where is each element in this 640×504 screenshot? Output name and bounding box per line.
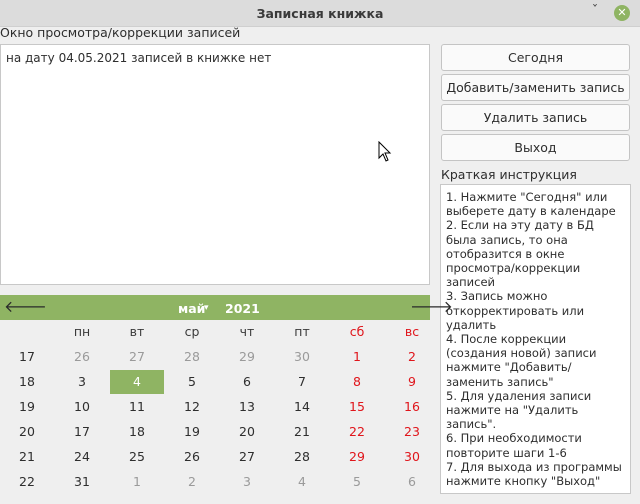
- day-cell[interactable]: 26: [55, 345, 109, 369]
- day-cell[interactable]: 23: [385, 420, 439, 444]
- view-label: Окно просмотра/коррекции записей: [0, 25, 241, 40]
- day-cell[interactable]: 25: [110, 445, 164, 469]
- calendar-header: 🡐 май ▾ 2021 🡒: [0, 295, 453, 320]
- day-cell[interactable]: 20: [220, 420, 274, 444]
- day-cell[interactable]: 29: [330, 445, 384, 469]
- day-cell[interactable]: 2: [165, 470, 219, 494]
- day-cell[interactable]: 28: [275, 445, 329, 469]
- instruction-line: 3. Запись можно откорректировать или уда…: [446, 289, 585, 332]
- instruction-line: 5. Для удаления записи нажмите на "Удали…: [446, 388, 592, 432]
- instruction-line: 6. При необходимости повторите шаги 1-6: [446, 431, 582, 460]
- weekday-label: ср: [184, 324, 200, 339]
- day-cell[interactable]: 1: [330, 345, 384, 369]
- day-cell[interactable]: 5: [165, 370, 219, 394]
- instruction-line: 7. Для выхода из программы нажмите кнопк…: [446, 459, 622, 489]
- day-cell[interactable]: 7: [275, 370, 329, 394]
- weekday-label: пн: [73, 324, 91, 339]
- day-cell[interactable]: 6: [385, 470, 439, 494]
- exit-button[interactable]: Выход: [441, 134, 630, 161]
- prev-month-icon[interactable]: 🡐: [4, 299, 47, 315]
- week-number: 20: [19, 424, 35, 439]
- mouse-pointer-icon: [378, 141, 392, 162]
- day-cell[interactable]: 19: [165, 420, 219, 444]
- day-cell[interactable]: 8: [330, 370, 384, 394]
- day-cell[interactable]: 6: [220, 370, 274, 394]
- day-cell[interactable]: 17: [55, 420, 109, 444]
- week-number: 19: [19, 399, 35, 414]
- selected-day-cell[interactable]: 4: [110, 370, 164, 394]
- instruction-line: 2. Если на эту дату в БД была запись, то…: [446, 218, 594, 290]
- day-cell[interactable]: 16: [385, 395, 439, 419]
- year-selector[interactable]: 2021: [225, 301, 260, 316]
- day-cell[interactable]: 27: [110, 345, 164, 369]
- day-cell[interactable]: 30: [275, 345, 329, 369]
- week-number: 21: [19, 449, 35, 464]
- day-cell[interactable]: 30: [385, 445, 439, 469]
- day-cell[interactable]: 14: [275, 395, 329, 419]
- delete-button[interactable]: Удалить запись: [441, 104, 630, 131]
- weekday-label: чт: [239, 324, 255, 339]
- day-cell[interactable]: 15: [330, 395, 384, 419]
- day-cell[interactable]: 3: [220, 470, 274, 494]
- chevron-down-icon[interactable]: ▾: [204, 303, 209, 313]
- today-button[interactable]: Сегодня: [441, 44, 630, 71]
- record-text[interactable]: на дату 04.05.2021 записей в книжке нет: [6, 51, 271, 65]
- day-cell[interactable]: 12: [165, 395, 219, 419]
- day-cell[interactable]: 1: [110, 470, 164, 494]
- day-cell[interactable]: 11: [110, 395, 164, 419]
- day-cell[interactable]: 22: [330, 420, 384, 444]
- instruction-line: 4. После коррекции (создания новой) запи…: [446, 332, 597, 389]
- day-cell[interactable]: 26: [165, 445, 219, 469]
- instruction-line: 1. Нажмите "Сегодня" или выберете дату в…: [446, 190, 616, 219]
- day-cell[interactable]: 31: [55, 470, 109, 494]
- next-month-icon[interactable]: 🡒: [410, 299, 453, 315]
- day-cell[interactable]: 3: [55, 370, 109, 394]
- close-icon[interactable]: ✕: [614, 5, 630, 21]
- instructions-label: Краткая инструкция: [441, 167, 577, 182]
- weekday-label: вт: [129, 324, 145, 339]
- day-cell[interactable]: 9: [385, 370, 439, 394]
- day-cell[interactable]: 28: [165, 345, 219, 369]
- day-cell[interactable]: 24: [55, 445, 109, 469]
- day-cell[interactable]: 21: [275, 420, 329, 444]
- record-textarea[interactable]: на дату 04.05.2021 записей в книжке нет: [0, 44, 430, 285]
- day-cell[interactable]: 18: [110, 420, 164, 444]
- instructions-textarea[interactable]: 1. Нажмите "Сегодня" или выберете дату в…: [440, 184, 631, 494]
- minimize-icon[interactable]: ˇ: [588, 5, 602, 19]
- week-number: 17: [19, 349, 35, 364]
- window-title: Записная книжка: [256, 6, 384, 21]
- day-cell[interactable]: 27: [220, 445, 274, 469]
- title-bar: Записная книжка ˇ ✕: [0, 0, 640, 27]
- day-cell[interactable]: 13: [220, 395, 274, 419]
- weekday-label: сб: [349, 324, 365, 339]
- add-replace-button[interactable]: Добавить/заменить запись: [441, 74, 630, 101]
- day-cell[interactable]: 29: [220, 345, 274, 369]
- day-cell[interactable]: 10: [55, 395, 109, 419]
- week-number: 22: [19, 474, 35, 489]
- weekday-label: пт: [294, 324, 310, 339]
- weekday-label: вс: [404, 324, 420, 339]
- month-selector[interactable]: май: [178, 301, 205, 316]
- day-cell[interactable]: 4: [275, 470, 329, 494]
- week-number: 18: [19, 374, 35, 389]
- day-cell[interactable]: 5: [330, 470, 384, 494]
- day-cell[interactable]: 2: [385, 345, 439, 369]
- calendar: 🡐 май ▾ 2021 🡒 пн вт ср чт пт сб вс 17 26 27 28 29 3…: [0, 295, 453, 499]
